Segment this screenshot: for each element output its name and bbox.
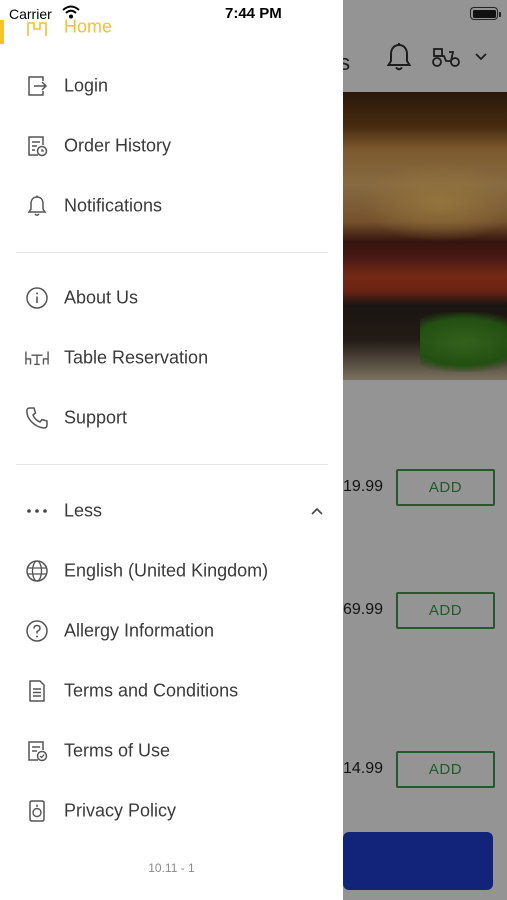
menu-item-support[interactable]: Support xyxy=(0,393,343,443)
question-icon xyxy=(25,619,49,643)
menu-item-label: About Us xyxy=(64,287,139,308)
login-icon xyxy=(25,74,49,98)
menu-item-label: Terms of Use xyxy=(64,740,171,761)
menu-item-login[interactable]: Login xyxy=(0,61,343,111)
menu-item-label: English (United Kingdom) xyxy=(64,560,269,581)
menu-item-label: Less xyxy=(64,500,103,521)
menu-item-privacy-policy[interactable]: Privacy Policy xyxy=(0,786,343,836)
phone-icon xyxy=(25,406,49,430)
bell-icon xyxy=(25,194,49,218)
document-icon xyxy=(25,679,49,703)
divider xyxy=(16,464,328,465)
menu-item-label: Allergy Information xyxy=(64,620,215,641)
menu-item-terms-of-use[interactable]: Terms of Use xyxy=(0,726,343,776)
menu-item-less[interactable]: Less xyxy=(0,486,343,536)
menu-item-label: Privacy Policy xyxy=(64,800,177,821)
carrier-label: Carrier xyxy=(9,6,52,22)
divider xyxy=(16,252,328,253)
chevron-up-icon xyxy=(310,506,324,516)
menu-item-about-us[interactable]: About Us xyxy=(0,273,343,323)
document-check-icon xyxy=(25,739,49,763)
menu-item-notifications[interactable]: Notifications xyxy=(0,181,343,231)
privacy-icon xyxy=(25,799,49,823)
menu-item-language[interactable]: English (United Kingdom) xyxy=(0,546,343,596)
app-version: 10.11 - 1 xyxy=(148,861,195,875)
menu-item-label: Support xyxy=(64,407,128,428)
menu-item-label: Notifications xyxy=(64,195,163,216)
battery-icon xyxy=(470,7,501,20)
order-history-icon xyxy=(25,134,49,158)
wifi-icon xyxy=(62,5,80,19)
menu-item-label: Terms and Conditions xyxy=(64,680,239,701)
navigation-drawer: Home Login Order History Notifications A… xyxy=(0,0,343,900)
menu-item-order-history[interactable]: Order History xyxy=(0,121,343,171)
menu-item-label: Table Reservation xyxy=(64,347,209,368)
globe-icon xyxy=(25,559,49,583)
table-icon xyxy=(25,346,49,370)
menu-item-label: Login xyxy=(64,75,109,96)
status-bar: Carrier 7:44 PM xyxy=(0,0,507,28)
menu-item-label: Order History xyxy=(64,135,172,156)
menu-item-table-reservation[interactable]: Table Reservation xyxy=(0,333,343,383)
more-dots-icon xyxy=(25,499,49,523)
info-icon xyxy=(25,286,49,310)
menu-item-terms-and-conditions[interactable]: Terms and Conditions xyxy=(0,666,343,716)
menu-item-allergy-information[interactable]: Allergy Information xyxy=(0,606,343,656)
clock: 7:44 PM xyxy=(225,5,282,22)
